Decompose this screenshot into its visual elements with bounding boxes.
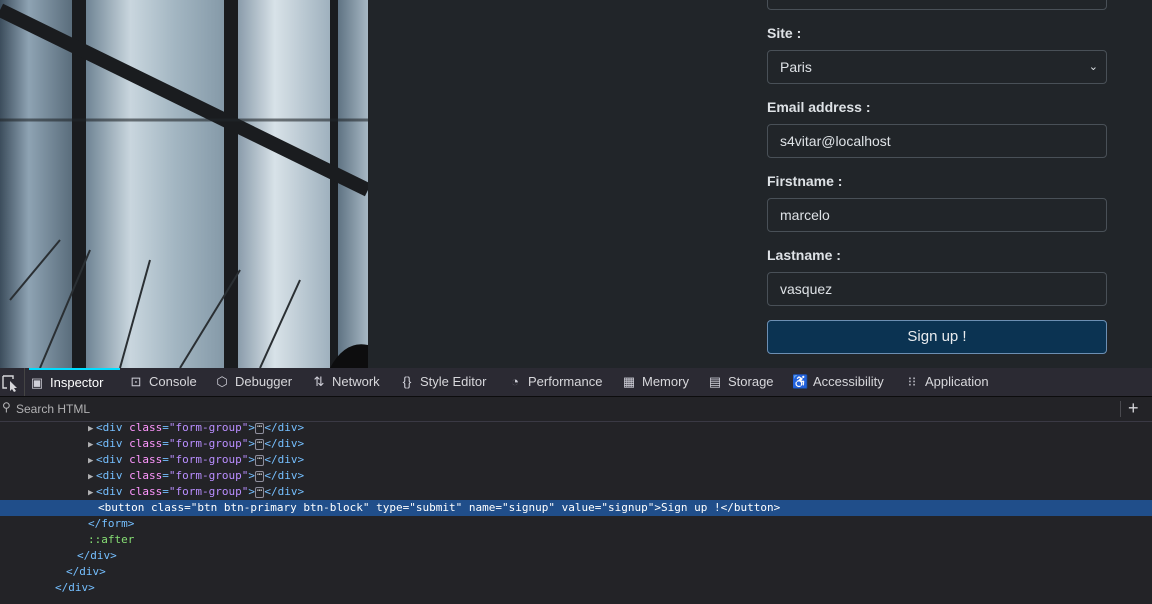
tab-memory[interactable]: ▦ Memory <box>621 368 689 396</box>
email-label: Email address : <box>767 99 871 115</box>
tree-node-form-group[interactable]: ▶ <div class="form-group"> ⋯ </div> <box>0 484 1152 500</box>
tab-performance-label: Performance <box>528 374 603 389</box>
previous-field[interactable] <box>767 0 1107 10</box>
ellipsis-icon[interactable]: ⋯ <box>254 454 265 466</box>
expand-triangle-icon[interactable]: ▶ <box>88 453 96 469</box>
email-field[interactable]: s4vitar@localhost <box>767 124 1107 158</box>
firstname-label: Firstname : <box>767 173 843 189</box>
hero-photo <box>0 0 368 368</box>
tab-debugger-label: Debugger <box>235 374 293 389</box>
tab-storage[interactable]: ▤ Storage <box>707 368 774 396</box>
element-picker-icon <box>2 375 17 392</box>
tab-accessibility[interactable]: ♿ Accessibility <box>792 368 884 396</box>
tab-application[interactable]: ⁝⁝ Application <box>904 368 989 396</box>
tree-node-form-close[interactable]: </form> <box>0 516 1152 532</box>
search-icon: ⚲ <box>2 400 11 414</box>
element-picker-button[interactable] <box>0 368 25 396</box>
console-icon: ⊡ <box>130 374 142 389</box>
tab-storage-label: Storage <box>728 374 774 389</box>
inspector-icon: ▣ <box>30 375 44 390</box>
tab-memory-label: Memory <box>642 374 689 389</box>
tab-inspector[interactable]: ▣ Inspector <box>29 368 120 398</box>
chevron-down-icon: ⌄ <box>1088 61 1098 73</box>
lastname-field-value: vasquez <box>780 281 833 297</box>
email-group: Email address : s4vitar@localhost <box>767 99 1107 158</box>
firstname-group: Firstname : marcelo <box>767 173 1107 232</box>
tab-performance[interactable]: ◔ Performance <box>507 368 602 396</box>
ellipsis-icon[interactable]: ⋯ <box>254 486 265 498</box>
firstname-field[interactable]: marcelo <box>767 198 1107 232</box>
expand-triangle-icon[interactable]: ▶ <box>88 469 96 485</box>
site-group: Site : Paris ⌄ <box>767 25 1107 84</box>
add-node-button[interactable]: + <box>1128 397 1139 419</box>
site-label: Site : <box>767 25 802 41</box>
search-input[interactable]: Search HTML <box>16 402 90 416</box>
tab-style-editor[interactable]: {} Style Editor <box>399 368 487 396</box>
expand-triangle-icon[interactable]: ▶ <box>88 437 96 453</box>
toolbar-divider <box>1120 401 1121 417</box>
tree-node-form-group[interactable]: ▶ <div class="form-group"> ⋯ </div> <box>0 468 1152 484</box>
tab-application-label: Application <box>925 374 989 389</box>
tree-node-form-group[interactable]: ▶ <div class="form-group"> ⋯ </div> <box>0 420 1152 436</box>
ellipsis-icon[interactable]: ⋯ <box>254 422 265 434</box>
ellipsis-icon[interactable]: ⋯ <box>254 470 265 482</box>
page-viewport: Site : Paris ⌄ Email address : s4vitar@l… <box>0 0 1152 368</box>
tree-node-form-group[interactable]: ▶ <div class="form-group"> ⋯ </div> <box>0 452 1152 468</box>
tab-network[interactable]: ⇅ Network <box>311 368 380 396</box>
network-icon: ⇅ <box>313 374 325 389</box>
tree-node-div-close[interactable]: </div> <box>0 564 1152 580</box>
tree-node-div-close[interactable]: </div> <box>0 548 1152 564</box>
expand-triangle-icon[interactable]: ▶ <box>88 485 96 501</box>
tab-accessibility-label: Accessibility <box>813 374 884 389</box>
photo-overlay <box>0 3 368 368</box>
tree-node-button-selected[interactable]: <button class="btn btn-primary btn-block… <box>0 500 1152 516</box>
firstname-field-value: marcelo <box>780 207 830 223</box>
application-icon: ⁝⁝ <box>907 374 917 389</box>
html-search-bar: ⚲ Search HTML + <box>0 397 1152 422</box>
breadcrumb <box>0 594 1152 604</box>
site-select[interactable]: Paris ⌄ <box>767 50 1107 84</box>
lastname-field[interactable]: vasquez <box>767 272 1107 306</box>
debugger-icon: ⬡ <box>216 374 228 389</box>
devtools-panel: ▣ Inspector ⊡ Console ⬡ Debugger ⇅ Network {… <box>0 368 1152 604</box>
accessibility-icon: ♿ <box>792 374 809 389</box>
tree-node-after-pseudo[interactable]: ::after <box>0 532 1152 548</box>
tab-console[interactable]: ⊡ Console <box>128 368 197 396</box>
performance-icon: ◔ <box>511 374 519 389</box>
markup-tree: ▶ <div class="form-group"> ⋯ </div> ▶ <div c… <box>0 420 1152 594</box>
style-editor-icon: {} <box>402 374 412 389</box>
tab-inspector-label: Inspector <box>50 375 104 390</box>
lastname-group: Lastname : vasquez <box>767 247 1107 306</box>
tab-style-editor-label: Style Editor <box>420 374 487 389</box>
site-select-value: Paris <box>780 59 812 75</box>
tree-node-form-group[interactable]: ▶ <div class="form-group"> ⋯ </div> <box>0 436 1152 452</box>
devtools-toolbar: ▣ Inspector ⊡ Console ⬡ Debugger ⇅ Network {… <box>0 368 1152 397</box>
lastname-label: Lastname : <box>767 247 841 263</box>
expand-triangle-icon[interactable]: ▶ <box>88 421 96 437</box>
storage-icon: ▤ <box>708 374 722 389</box>
tab-network-label: Network <box>332 374 380 389</box>
ellipsis-icon[interactable]: ⋯ <box>254 438 265 450</box>
tab-debugger[interactable]: ⬡ Debugger <box>214 368 292 396</box>
tab-console-label: Console <box>149 374 197 389</box>
signup-button[interactable]: Sign up ! <box>767 320 1107 354</box>
email-field-value: s4vitar@localhost <box>780 133 891 149</box>
memory-icon: ▦ <box>622 374 636 389</box>
